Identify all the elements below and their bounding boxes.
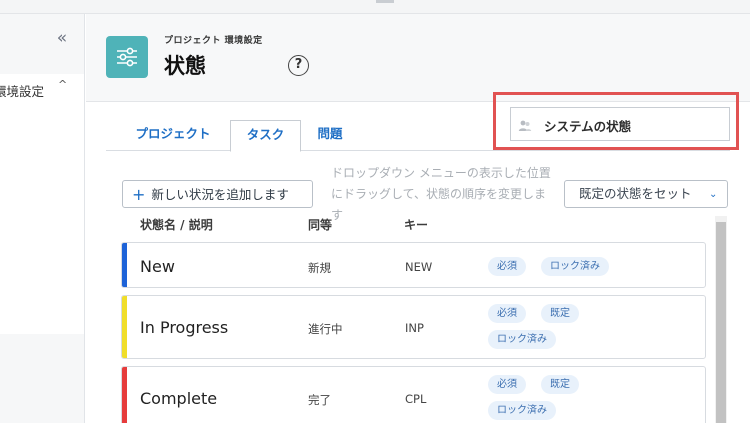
status-color-bar — [122, 367, 127, 423]
table-row[interactable]: In Progress 進行中 INP 必須 既定 ロック済み — [121, 295, 706, 359]
table-row[interactable]: Complete 完了 CPL 必須 既定 ロック済み — [121, 366, 706, 423]
users-icon — [518, 118, 532, 132]
status-equal: 進行中 — [308, 322, 343, 336]
status-key: INP — [405, 321, 424, 335]
top-bar — [0, 0, 750, 14]
set-default-label: 既定の状態をセット — [579, 186, 692, 201]
add-status-label: 新しい状況を追加します — [151, 187, 289, 202]
badge-required: 必須 — [488, 257, 526, 276]
badge-locked: ロック済み — [488, 401, 556, 420]
scrollbar-thumb[interactable] — [716, 222, 726, 423]
help-icon[interactable]: ? — [288, 55, 309, 76]
status-color-bar — [122, 243, 127, 287]
system-status-label: システムの状態 — [544, 119, 632, 134]
tab-task[interactable]: タスク — [230, 120, 301, 152]
sidebar-item-label: 環境設定 — [0, 84, 45, 99]
tab-project[interactable]: プロジェクト — [128, 120, 218, 151]
sidebar: « 環境設定 ^ — [0, 14, 85, 423]
page-title: 状態 — [164, 54, 206, 78]
status-color-bar — [122, 296, 127, 358]
set-default-status-dropdown[interactable]: 既定の状態をセット ⌄ — [564, 180, 728, 208]
plus-icon: + — [132, 185, 146, 204]
badge-default: 既定 — [541, 304, 579, 323]
sidebar-active-panel — [0, 74, 84, 334]
sliders-icon — [106, 36, 148, 78]
status-name: New — [140, 257, 175, 276]
status-key: NEW — [405, 260, 433, 274]
table-row[interactable]: New 新規 NEW 必須 ロック済み — [121, 242, 706, 288]
status-name: In Progress — [140, 318, 229, 337]
chevron-up-icon: ^ — [58, 78, 68, 91]
page-header: プロジェクト 環境設定 状態 ? — [86, 14, 750, 102]
status-key: CPL — [405, 392, 427, 406]
table-header: 状態名 / 説明 同等 キー — [140, 216, 700, 234]
sidebar-item-settings[interactable]: 環境設定 ^ — [0, 78, 84, 100]
badge-required: 必須 — [488, 304, 526, 323]
column-header-equal: 同等 — [308, 218, 333, 232]
breadcrumb: プロジェクト 環境設定 — [164, 36, 263, 46]
badge-locked: ロック済み — [541, 257, 609, 276]
badge-default: 既定 — [541, 375, 579, 394]
badge-locked: ロック済み — [488, 330, 556, 349]
system-status-button[interactable]: システムの状態 — [510, 107, 730, 141]
top-bar-handle — [376, 0, 394, 3]
status-equal: 完了 — [308, 393, 331, 407]
status-name: Complete — [140, 389, 218, 408]
column-header-key: キー — [404, 218, 429, 232]
add-status-button[interactable]: + 新しい状況を追加します — [122, 180, 313, 208]
tab-issue[interactable]: 問題 — [310, 120, 350, 151]
column-header-name: 状態名 / 説明 — [140, 218, 213, 232]
chevron-down-icon: ⌄ — [709, 189, 718, 200]
badge-required: 必須 — [488, 375, 526, 394]
collapse-sidebar-icon[interactable]: « — [52, 28, 72, 48]
status-equal: 新規 — [308, 261, 331, 275]
